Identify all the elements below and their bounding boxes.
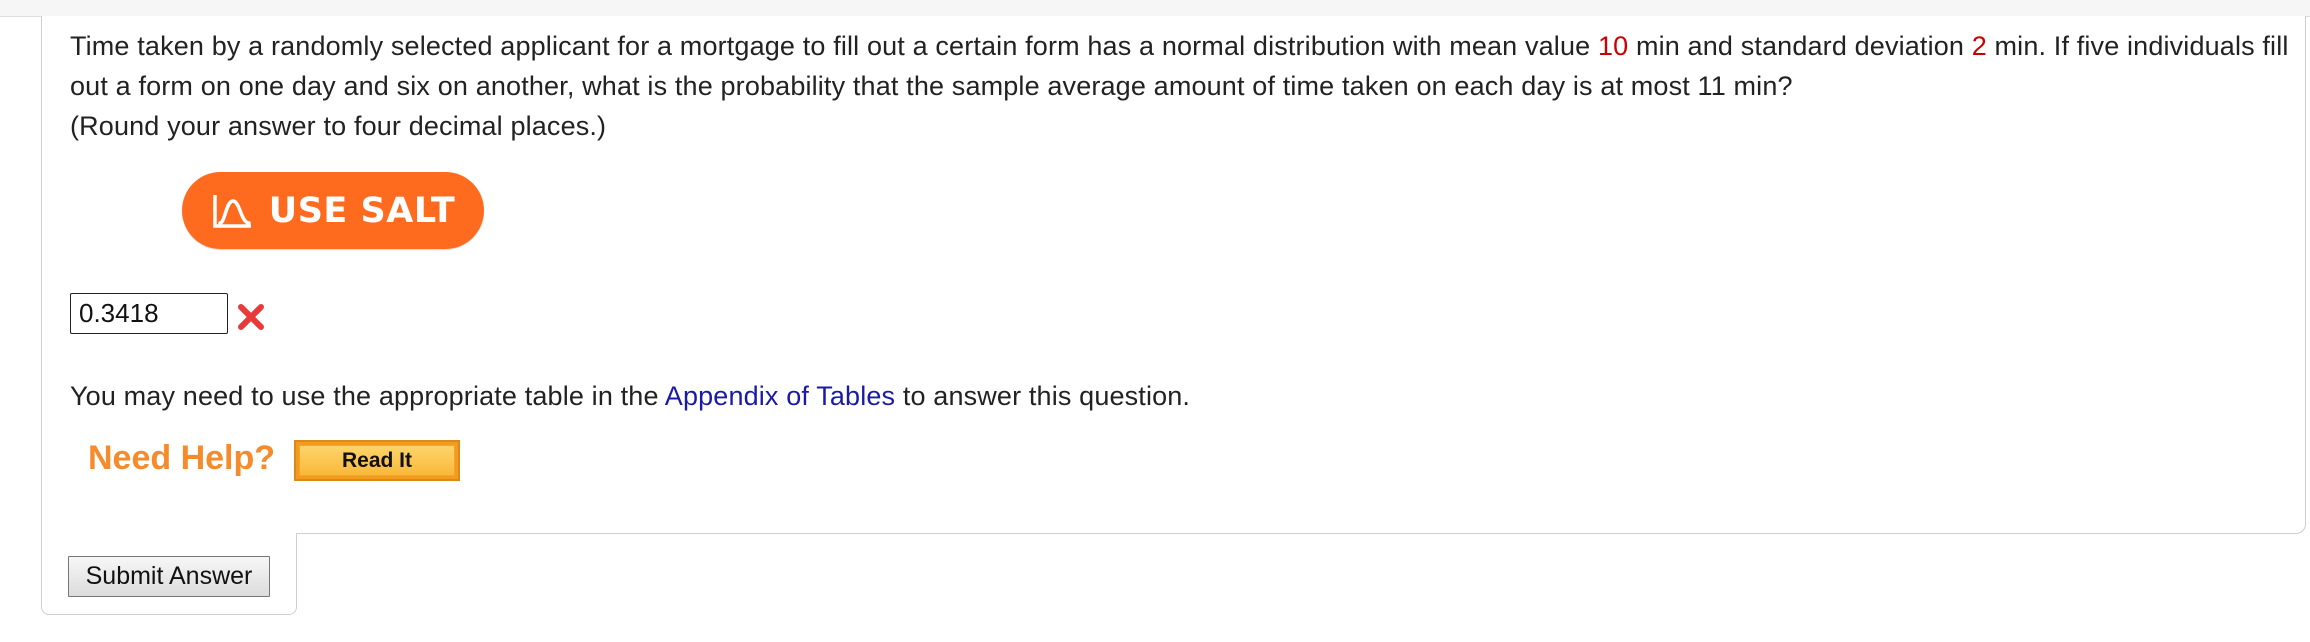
answer-input[interactable] xyxy=(70,293,228,334)
appendix-line: You may need to use the appropriate tabl… xyxy=(70,378,1190,414)
question-text-part1: Time taken by a randomly selected applic… xyxy=(70,31,1598,61)
mean-value: 10 xyxy=(1597,31,1629,61)
need-help-label: Need Help? xyxy=(88,439,276,477)
salt-distribution-icon xyxy=(213,194,251,228)
submit-answer-button[interactable]: Submit Answer xyxy=(68,556,270,597)
submit-tab-cover xyxy=(42,531,296,535)
std-value: 2 xyxy=(1971,31,1987,61)
use-salt-button[interactable]: USE SALT xyxy=(182,172,484,249)
wrong-x-icon xyxy=(238,304,264,330)
top-border xyxy=(0,0,2310,17)
use-salt-label: USE SALT xyxy=(268,190,456,231)
question-text: Time taken by a randomly selected applic… xyxy=(70,26,2295,146)
rounding-instruction: (Round your answer to four decimal place… xyxy=(70,111,607,141)
question-text-part2: min and standard deviation xyxy=(1628,31,1972,61)
appendix-text-after: to answer this question. xyxy=(895,381,1191,411)
read-it-label: Read It xyxy=(299,445,455,476)
appendix-text-before: You may need to use the appropriate tabl… xyxy=(70,381,665,411)
appendix-of-tables-link[interactable]: Appendix of Tables xyxy=(665,381,895,411)
read-it-button[interactable]: Read It xyxy=(294,440,460,481)
